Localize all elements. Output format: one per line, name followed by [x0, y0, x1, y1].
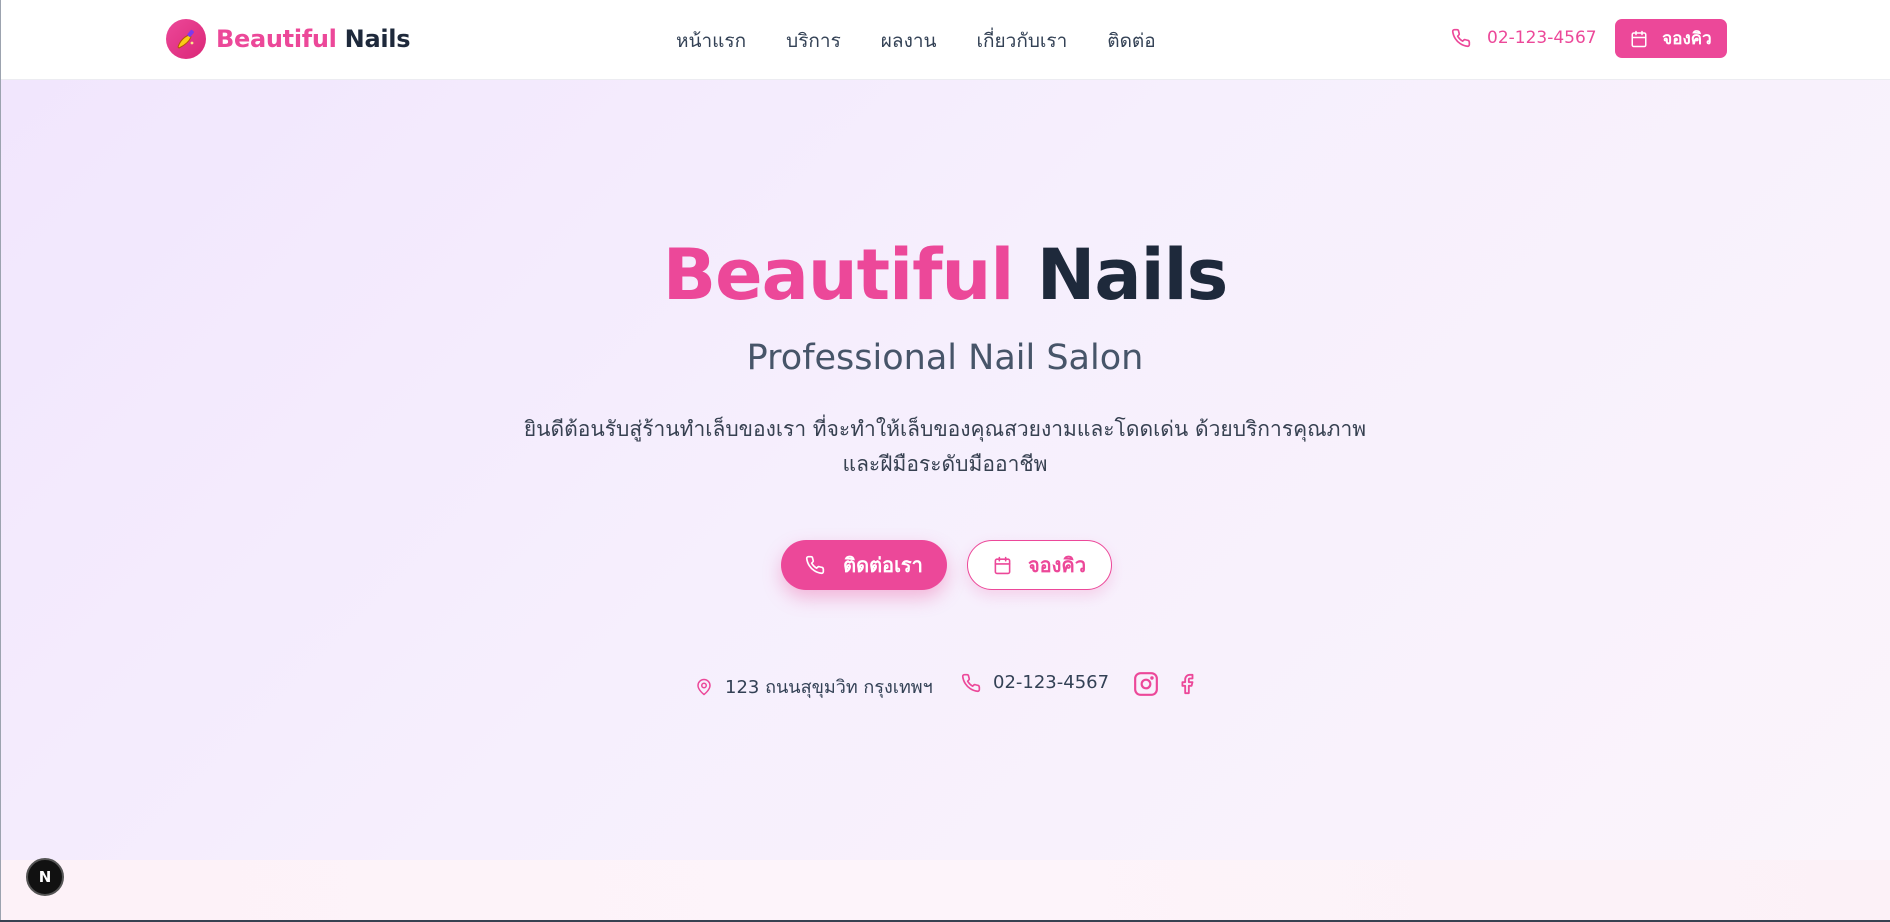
hero-section: Beautiful Nails Professional Nail Salon …: [0, 80, 1890, 860]
hero-subtitle: Professional Nail Salon: [746, 338, 1144, 378]
calendar-icon: [994, 556, 1011, 574]
main-nav: หน้าแรก บริการ ผลงาน เกี่ยวกับเรา ติดต่อ: [676, 26, 1156, 56]
map-pin-icon: [697, 678, 711, 695]
phone-icon: [961, 673, 981, 692]
brand-name: Beautiful Nails: [216, 25, 411, 53]
next-section-top: [0, 860, 1890, 920]
hero-description: ยินดีต้อนรับสู่ร้านทำเล็บของเรา ที่จะทำใ…: [520, 412, 1370, 482]
contact-us-button[interactable]: ติดต่อเรา: [781, 540, 947, 590]
phone-icon: [1451, 28, 1471, 48]
book-appointment-label: จองคิว: [1027, 553, 1087, 577]
address-info: 123 ถนนสุขุมวิท กรุงเทพฯ: [695, 672, 933, 701]
nav-item-services[interactable]: บริการ: [786, 26, 841, 56]
book-appointment-button[interactable]: จองคิว: [967, 540, 1112, 590]
nail-polish-icon: [166, 19, 206, 59]
instagram-icon[interactable]: [1133, 671, 1159, 701]
phone-text: 02-123-4567: [993, 672, 1110, 693]
header-book-label: จองคิว: [1662, 29, 1712, 49]
phone-icon: [806, 555, 825, 575]
nav-item-about[interactable]: เกี่ยวกับเรา: [977, 26, 1068, 56]
hero-description-line2: และฝีมือระดับมืออาชีพ: [842, 452, 1048, 476]
hero-description-line1: ยินดีต้อนรับสู่ร้านทำเล็บของเรา ที่จะทำใ…: [523, 417, 1367, 441]
hero-title-part1: Beautiful: [662, 234, 1015, 316]
brand-name-part2: Nails: [344, 25, 411, 53]
window-left-edge: [0, 0, 1, 922]
nav-item-portfolio[interactable]: ผลงาน: [881, 26, 937, 56]
header-phone-number: 02-123-4567: [1487, 28, 1597, 48]
header-book-button[interactable]: จองคิว: [1615, 19, 1727, 58]
hero-title-part2: Nails: [1036, 234, 1228, 316]
facebook-icon[interactable]: [1176, 671, 1198, 701]
contact-us-label: ติดต่อเรา: [843, 553, 923, 577]
brand-logo[interactable]: Beautiful Nails: [166, 19, 411, 59]
calendar-icon: [1631, 30, 1647, 47]
brand-name-part1: Beautiful: [216, 25, 337, 53]
header-phone-link[interactable]: 02-123-4567: [1451, 28, 1597, 48]
nav-item-home[interactable]: หน้าแรก: [676, 26, 746, 56]
hero-title: Beautiful Nails: [0, 240, 1890, 310]
dev-badge-letter: N: [38, 868, 52, 886]
nav-item-contact[interactable]: ติดต่อ: [1107, 26, 1155, 56]
phone-info[interactable]: 02-123-4567: [961, 672, 1109, 693]
address-text: 123 ถนนสุขุมวิท กรุงเทพฯ: [725, 677, 933, 698]
site-header: Beautiful Nails หน้าแรก บริการ ผลงาน เกี…: [0, 0, 1890, 80]
nextjs-dev-badge[interactable]: N: [26, 858, 64, 896]
